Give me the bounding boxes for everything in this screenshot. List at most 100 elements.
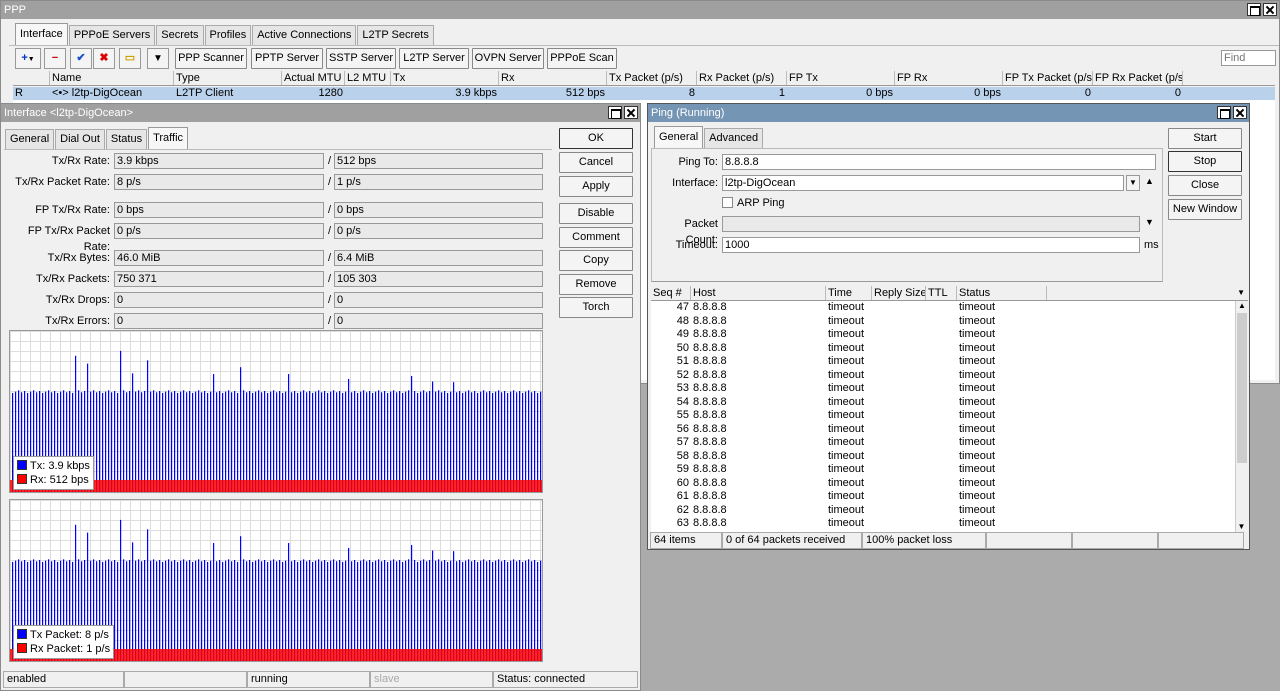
scroll-down-icon[interactable]: ▼ xyxy=(1236,522,1247,532)
remove-button[interactable]: − xyxy=(44,48,66,69)
table-row[interactable]: 52 8.8.8.8 timeout timeout xyxy=(651,369,1235,382)
columns-menu-icon[interactable]: ▼ xyxy=(1047,286,1248,300)
tab-interface[interactable]: Interface xyxy=(15,23,68,45)
table-row[interactable]: 53 8.8.8.8 timeout timeout xyxy=(651,382,1235,395)
interface-dropdown-icon[interactable]: ▼ xyxy=(1126,175,1140,191)
find-input[interactable] xyxy=(1221,50,1276,66)
tab-general[interactable]: General xyxy=(5,129,55,149)
col-status[interactable]: Status xyxy=(957,286,1047,300)
torch-button[interactable]: Torch xyxy=(559,297,633,318)
packet-count-dropdown-icon[interactable]: ▼ xyxy=(1145,217,1154,227)
table-row[interactable]: 49 8.8.8.8 timeout timeout xyxy=(651,328,1235,341)
col-host[interactable]: Host xyxy=(691,286,826,300)
interface-select[interactable]: l2tp-DigOcean xyxy=(722,175,1124,191)
col-tx-packet[interactable]: Tx Packet (p/s) xyxy=(607,71,697,85)
packet-count-input[interactable] xyxy=(722,216,1140,232)
close-button[interactable]: Close xyxy=(1168,175,1242,196)
maximize-icon[interactable] xyxy=(608,106,622,119)
table-row[interactable]: 58 8.8.8.8 timeout timeout xyxy=(651,450,1235,463)
interface-titlebar[interactable]: Interface <l2tp-DigOcean> xyxy=(1,104,640,122)
table-row[interactable]: 56 8.8.8.8 timeout timeout xyxy=(651,423,1235,436)
close-icon[interactable] xyxy=(624,106,638,119)
table-row[interactable]: 60 8.8.8.8 timeout timeout xyxy=(651,477,1235,490)
row-mtu: 1280 xyxy=(318,87,343,99)
scroll-thumb[interactable] xyxy=(1237,313,1247,463)
sstp-server-button[interactable]: SSTP Server xyxy=(326,48,396,69)
tab-active-connections[interactable]: Active Connections xyxy=(252,25,357,45)
col-ttl[interactable]: TTL xyxy=(926,286,957,300)
scroll-up-icon[interactable]: ▲ xyxy=(1236,301,1248,311)
col-rx[interactable]: Rx xyxy=(499,71,607,85)
col-tx[interactable]: Tx xyxy=(391,71,499,85)
table-row[interactable]: 62 8.8.8.8 timeout timeout xyxy=(651,504,1235,517)
filter-button[interactable]: ▼ xyxy=(147,48,169,69)
col-l2-mtu[interactable]: L2 MTU xyxy=(345,71,391,85)
ping-to-input[interactable]: 8.8.8.8 xyxy=(722,154,1156,170)
comment-button[interactable]: Comment xyxy=(559,227,633,248)
pptp-server-button[interactable]: PPTP Server xyxy=(251,48,323,69)
remove-button[interactable]: Remove xyxy=(559,274,633,295)
close-icon[interactable] xyxy=(1233,106,1247,119)
table-row[interactable]: 55 8.8.8.8 timeout timeout xyxy=(651,409,1235,422)
copy-button[interactable]: Copy xyxy=(559,250,633,271)
stop-button[interactable]: Stop xyxy=(1168,151,1242,172)
ping-scrollbar[interactable]: ▲ ▼ xyxy=(1235,301,1248,532)
apply-button[interactable]: Apply xyxy=(559,176,633,197)
table-row[interactable]: 63 8.8.8.8 timeout timeout xyxy=(651,517,1235,530)
disable-button[interactable]: Disable xyxy=(559,203,633,224)
maximize-icon[interactable] xyxy=(1247,3,1261,16)
table-row[interactable]: R <•> l2tp-DigOcean L2TP Client 1280 3.9… xyxy=(13,87,1275,100)
col-reply-size[interactable]: Reply Size xyxy=(872,286,926,300)
tab-pppoe-servers[interactable]: PPPoE Servers xyxy=(68,25,156,45)
col-fp-rx[interactable]: FP Rx xyxy=(895,71,1003,85)
table-row[interactable]: 54 8.8.8.8 timeout timeout xyxy=(651,396,1235,409)
arp-ping-checkbox[interactable] xyxy=(722,197,733,208)
ppp-titlebar[interactable]: PPP xyxy=(1,1,1279,19)
tab-l2tp-secrets[interactable]: L2TP Secrets xyxy=(357,25,434,45)
table-row[interactable]: 50 8.8.8.8 timeout timeout xyxy=(651,342,1235,355)
col-fp-tx[interactable]: FP Tx xyxy=(787,71,895,85)
tab-general[interactable]: General xyxy=(654,126,704,148)
comment-button[interactable]: ▭ xyxy=(119,48,141,69)
tx-swatch xyxy=(17,460,27,470)
col-fp-tx-packet[interactable]: FP Tx Packet (p/s) xyxy=(1003,71,1093,85)
table-row[interactable]: 61 8.8.8.8 timeout timeout xyxy=(651,490,1235,503)
maximize-icon[interactable] xyxy=(1217,106,1231,119)
col-seq[interactable]: Seq # xyxy=(651,286,691,300)
timeout-input[interactable]: 1000 xyxy=(722,237,1140,253)
col-time[interactable]: Time xyxy=(826,286,872,300)
col-actual-mtu[interactable]: Actual MTU xyxy=(282,71,345,85)
col-name[interactable]: Name xyxy=(50,71,174,85)
table-row[interactable]: 48 8.8.8.8 timeout timeout xyxy=(651,315,1235,328)
ovpn-server-button[interactable]: OVPN Server xyxy=(472,48,544,69)
enable-button[interactable]: ✔ xyxy=(70,48,92,69)
ok-button[interactable]: OK xyxy=(559,128,633,149)
tab-status[interactable]: Status xyxy=(105,129,148,149)
l2tp-server-button[interactable]: L2TP Server xyxy=(399,48,469,69)
col-type[interactable]: Type xyxy=(174,71,282,85)
col-fp-rx-packet[interactable]: FP Rx Packet (p/s) xyxy=(1093,71,1183,85)
disable-button[interactable]: ✖ xyxy=(93,48,115,69)
ppp-scanner-button[interactable]: PPP Scanner xyxy=(175,48,247,69)
row-host: 8.8.8.8 xyxy=(693,463,727,475)
tx-bar xyxy=(477,561,479,661)
table-row[interactable]: 59 8.8.8.8 timeout timeout xyxy=(651,463,1235,476)
tab-secrets[interactable]: Secrets xyxy=(156,25,204,45)
pppoe-scan-button[interactable]: PPPoE Scan xyxy=(547,48,617,69)
add-button[interactable]: +▼ xyxy=(15,48,41,69)
row-host: 8.8.8.8 xyxy=(693,449,727,462)
table-row[interactable]: 57 8.8.8.8 timeout timeout xyxy=(651,436,1235,449)
new-window-button[interactable]: New Window xyxy=(1168,199,1242,220)
collapse-up-icon[interactable]: ▲ xyxy=(1145,176,1154,186)
tab-profiles[interactable]: Profiles xyxy=(204,25,252,45)
start-button[interactable]: Start xyxy=(1168,128,1242,149)
ping-titlebar[interactable]: Ping (Running) xyxy=(648,104,1249,122)
table-row[interactable]: 47 8.8.8.8 timeout timeout xyxy=(651,301,1235,314)
tab-advanced[interactable]: Advanced xyxy=(704,128,764,148)
tab-dial-out[interactable]: Dial Out xyxy=(55,129,105,149)
col-rx-packet[interactable]: Rx Packet (p/s) xyxy=(697,71,787,85)
table-row[interactable]: 51 8.8.8.8 timeout timeout xyxy=(651,355,1235,368)
cancel-button[interactable]: Cancel xyxy=(559,152,633,173)
tab-traffic[interactable]: Traffic xyxy=(148,127,189,149)
close-icon[interactable] xyxy=(1263,3,1277,16)
